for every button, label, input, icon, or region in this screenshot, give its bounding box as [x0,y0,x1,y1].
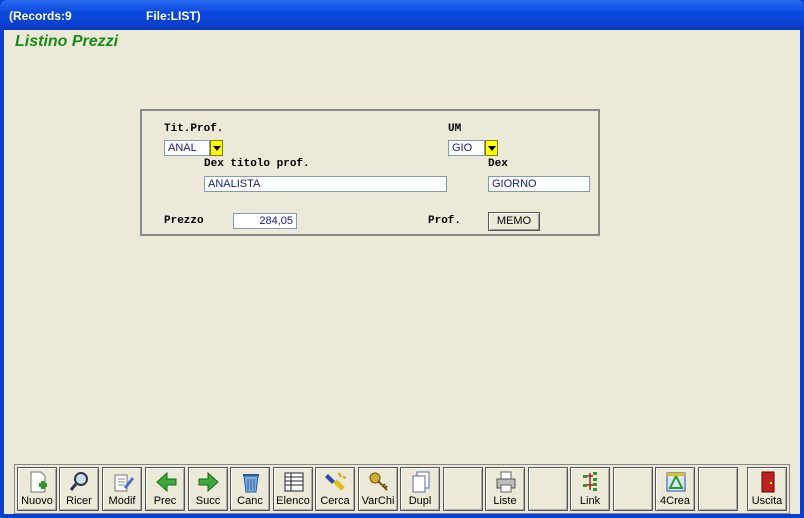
succ-button[interactable]: Succ [188,467,228,511]
4crea-button[interactable]: 4Crea [655,467,695,511]
prec-label: Prec [153,495,177,507]
link-button[interactable]: Link [570,467,610,511]
empty-button-4[interactable] [698,467,738,511]
link-tree-icon [583,472,597,491]
tit-prof-field[interactable]: ANAL [164,140,210,156]
uscita-label: Uscita [751,495,783,507]
magnifier-icon [69,472,88,491]
memo-button[interactable]: MEMO [488,212,540,231]
tit-prof-label: Tit.Prof. [164,123,224,135]
flashlight-icon [325,472,347,491]
prezzo-field[interactable]: 284,05 [233,213,297,229]
application-window: (Records:9 File:LIST) Listino Prezzi Tit… [0,0,804,518]
dex-titolo-label: Dex titolo prof. [204,158,310,170]
cerca-label: Cerca [320,495,350,507]
canc-button[interactable]: Canc [230,467,270,511]
arrow-left-icon [156,471,177,493]
prof-label: Prof. [428,215,462,227]
empty-button-2[interactable] [528,467,568,511]
form-panel: Tit.Prof. ANAL UM GIO Dex titolo prof. A… [140,109,600,236]
dupl-label: Dupl [408,495,432,507]
uscita-button[interactable]: Uscita [747,467,787,511]
dex-titolo-field[interactable]: ANALISTA [204,176,447,192]
bottom-toolbar: Nuovo Ricer Modif Prec Succ Canc Elenco … [14,464,790,514]
modif-label: Modif [108,495,136,507]
arrow-right-icon [198,471,219,493]
table-icon [284,472,304,492]
cerca-button[interactable]: Cerca [315,467,355,511]
duplicate-icon [412,471,430,493]
modif-button[interactable]: Modif [102,467,142,511]
prec-button[interactable]: Prec [145,467,185,511]
ricer-button[interactable]: Ricer [59,467,99,511]
title-bar[interactable]: (Records:9 File:LIST) [0,0,804,30]
empty-button-3[interactable] [613,467,653,511]
4crea-label: 4Crea [660,495,690,507]
liste-label: Liste [493,495,517,507]
new-document-icon [30,471,47,493]
empty-button-1[interactable] [443,467,483,511]
keys-icon [369,472,388,491]
um-field[interactable]: GIO [448,140,485,156]
link-label: Link [579,495,601,507]
um-label: UM [448,123,462,135]
nuovo-label: Nuovo [21,495,53,507]
file-name: File:LIST) [146,9,201,23]
varchi-label: VarChi [361,495,395,507]
client-area: Listino Prezzi Tit.Prof. ANAL UM GIO Dex… [4,30,800,514]
records-count: (Records:9 [9,9,72,23]
page-title: Listino Prezzi [15,33,119,50]
dex-field[interactable]: GIORNO [488,176,590,192]
exit-door-icon [761,471,775,493]
elenco-button[interactable]: Elenco [273,467,313,511]
elenco-label: Elenco [276,495,310,507]
liste-button[interactable]: Liste [485,467,525,511]
design-icon [666,472,686,492]
succ-label: Succ [195,495,221,507]
prezzo-label: Prezzo [164,215,204,227]
ricer-label: Ricer [66,495,92,507]
edit-icon [114,474,134,492]
um-dropdown-icon[interactable] [485,140,498,156]
tit-prof-dropdown-icon[interactable] [210,140,223,156]
trash-icon [243,474,259,493]
dex-label: Dex [488,158,508,170]
canc-label: Canc [237,495,263,507]
nuovo-button[interactable]: Nuovo [17,467,57,511]
varchi-button[interactable]: VarChi [358,467,398,511]
dupl-button[interactable]: Dupl [400,467,440,511]
printer-icon [496,471,516,493]
